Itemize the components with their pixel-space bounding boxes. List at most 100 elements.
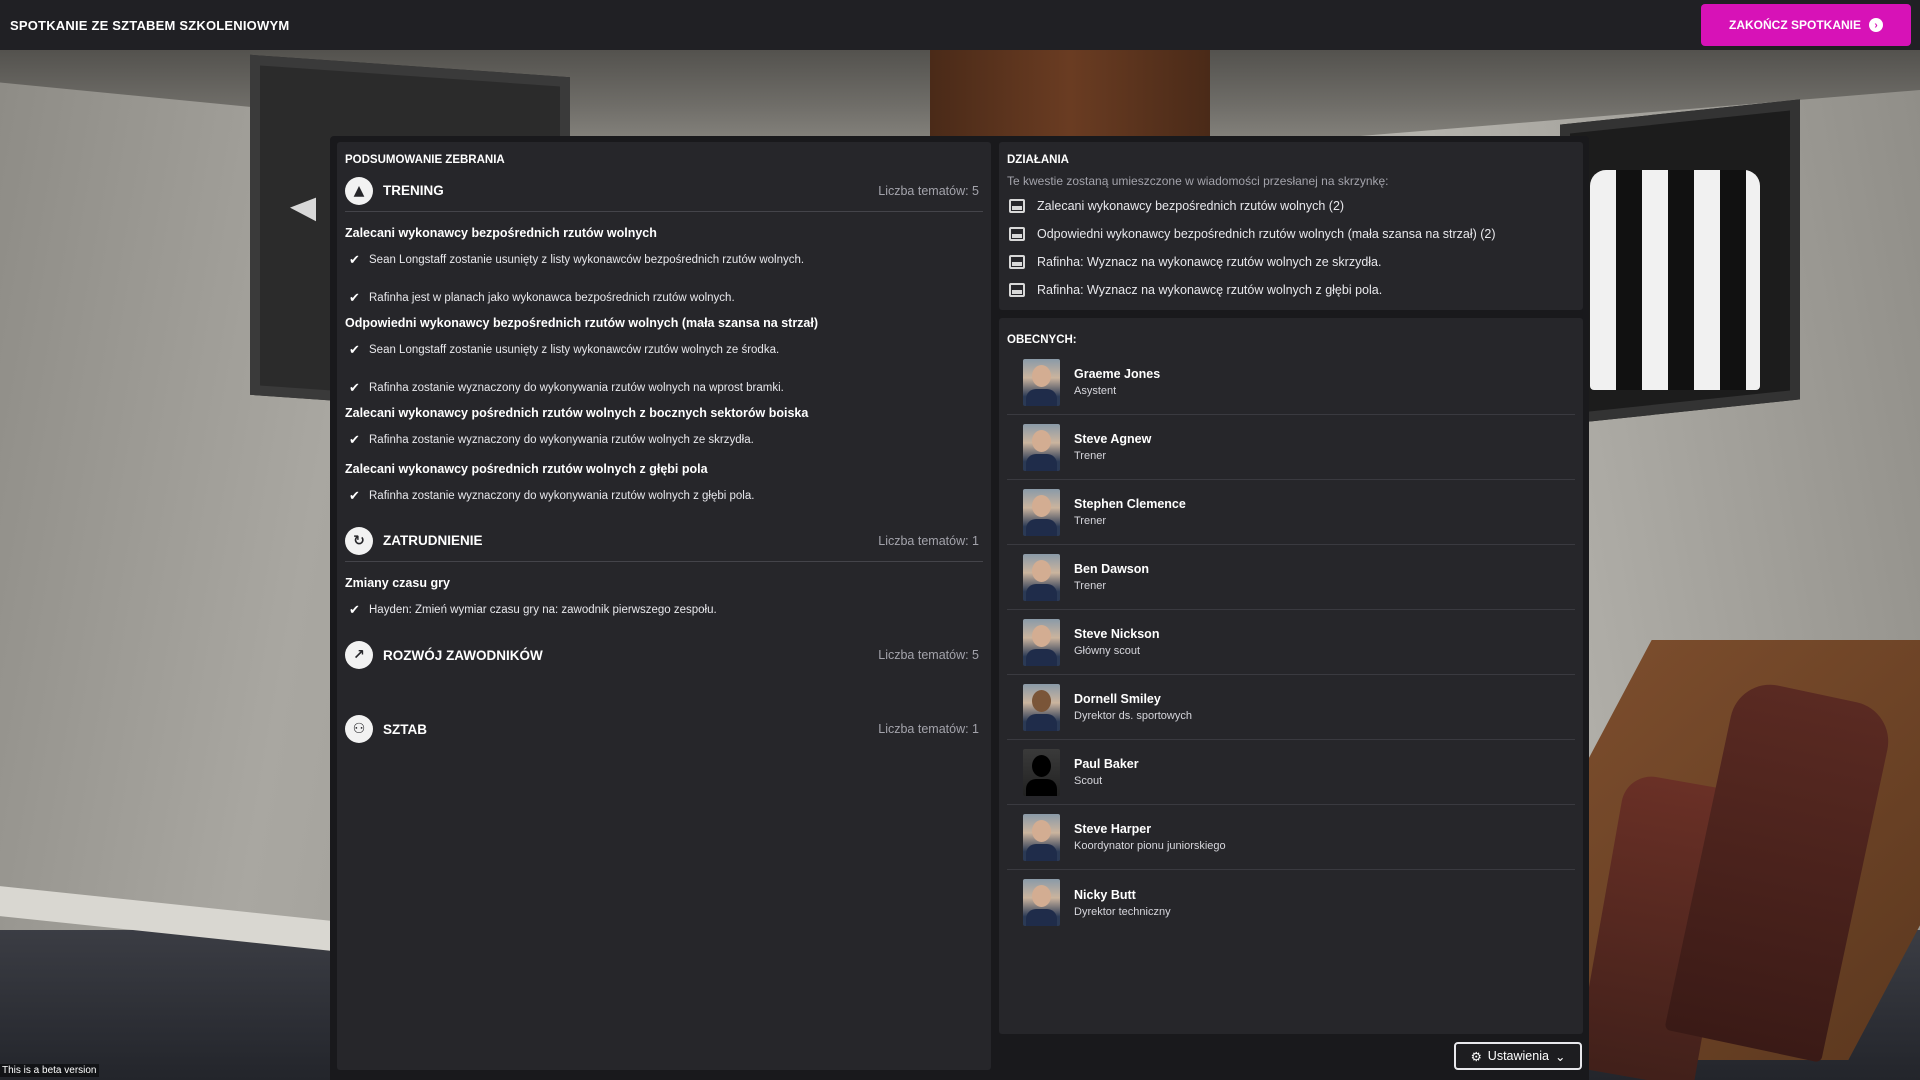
check-icon: ✔ [349,290,360,305]
action-text: Rafinha: Wyznacz na wykonawcę rzutów wol… [1037,255,1382,269]
inbox-icon [1009,227,1025,241]
summary-label: PODSUMOWANIE ZEBRANIA [345,154,505,166]
list-item: ✔ Rafinha jest w planach jako wykonawca … [345,282,983,314]
avatar [1023,683,1060,731]
avatar [1023,879,1060,926]
attendee-name[interactable]: Steve Harper [1074,822,1226,836]
avatar [1023,488,1060,536]
attendee-name[interactable]: Steve Agnew [1074,432,1151,446]
attendee-name[interactable]: Paul Baker [1074,757,1139,771]
attendee-role: Trener [1074,450,1106,462]
refresh-icon: ↻ [345,526,373,555]
check-icon: ✔ [349,252,360,267]
item-text: Sean Longstaff zostanie usunięty z listy… [369,344,780,356]
category-name: SZTAB [383,721,427,737]
category-count: Liczba tematów: 1 [878,533,979,548]
beta-notice: This is a beta version [0,1064,99,1077]
attendees-label: OBECNYCH: [1007,334,1077,346]
action-text: Rafinha: Wyznacz na wykonawcę rzutów wol… [1037,283,1383,297]
list-item: ✔ Hayden: Zmień wymiar czasu gry na: zaw… [345,594,983,626]
attendee-row[interactable]: Dornell Smiley Dyrektor ds. sportowych [1007,675,1575,740]
category-name: TRENING [383,183,444,198]
end-meeting-label: ZAKOŃCZ SPOTKANIE [1729,18,1861,32]
cone-icon: ▲ [345,176,373,205]
avatar-silhouette [1023,748,1060,796]
category-count: Liczba tematów: 1 [878,722,979,736]
attendee-role: Dyrektor techniczny [1074,905,1171,918]
check-icon: ✔ [349,488,360,503]
actions-description: Te kwestie zostaną umieszczone w wiadomo… [1007,174,1389,188]
inbox-icon [1009,283,1025,297]
check-icon: ✔ [349,342,360,357]
meeting-summary: PODSUMOWANIE ZEBRANIA ▲ TRENING Liczba t… [337,142,991,1070]
check-icon: ✔ [349,432,360,447]
attendee-row[interactable]: Steve Nickson Główny scout [1007,610,1575,675]
page-title: SPOTKANIE ZE SZTABEM SZKOLENIOWYM [10,17,290,33]
avatar [1023,618,1060,666]
attendee-row[interactable]: Paul Baker Scout [1007,740,1575,805]
attendee-name[interactable]: Stephen Clemence [1074,497,1186,511]
attendees-panel: OBECNYCH: Graeme Jones Asystent Steve Ag… [999,318,1583,1034]
attendee-name[interactable]: Dornell Smiley [1074,692,1192,706]
attendee-name[interactable]: Steve Nickson [1074,627,1159,641]
item-text: Rafinha zostanie wyznaczony do wykonywan… [369,382,784,394]
end-meeting-button[interactable]: ZAKOŃCZ SPOTKANIE › [1701,4,1911,46]
topic-title: Zalecani wykonawcy bezpośrednich rzutów … [345,226,657,240]
item-text: Rafinha zostanie wyznaczony do wykonywan… [369,490,755,502]
topic-title: Odpowiedni wykonawcy bezpośrednich rzutó… [345,316,819,330]
action-item[interactable]: Rafinha: Wyznacz na wykonawcę rzutów wol… [1007,248,1575,276]
attendee-row[interactable]: Stephen Clemence Trener [1007,480,1575,545]
category-name: ZATRUDNIENIE [383,533,483,548]
settings-label: Ustawienia [1487,1049,1549,1063]
topic-title: Zalecani wykonawcy pośrednich rzutów wol… [345,462,708,476]
attendee-role: Główny scout [1074,645,1141,657]
item-text: Rafinha jest w planach jako wykonawca be… [369,292,735,304]
gear-icon: ⚙ [1470,1049,1482,1064]
list-item: ✔ Sean Longstaff zostanie usunięty z lis… [345,334,983,366]
chevron-down-icon: ⌄ [1554,1049,1566,1064]
action-text: Zalecani wykonawcy bezpośrednich rzutów … [1037,199,1345,213]
attendee-name[interactable]: Ben Dawson [1074,562,1149,576]
list-item: ✔ Rafinha zostanie wyznaczony do wykonyw… [345,424,983,456]
action-item[interactable]: Zalecani wykonawcy bezpośrednich rzutów … [1007,192,1575,220]
avatar [1023,423,1060,471]
list-item: ✔ Sean Longstaff zostanie usunięty z lis… [345,244,983,276]
check-icon: ✔ [349,602,360,617]
settings-button[interactable]: ⚙ Ustawienia ⌄ [1454,1042,1582,1070]
list-item: ✔ Rafinha zostanie wyznaczony do wykonyw… [345,480,983,512]
attendee-row[interactable]: Steve Harper Koordynator pionu juniorski… [1007,805,1575,870]
category-staff[interactable]: ⚇ SZTAB Liczba tematów: 1 [345,708,983,750]
framed-shirt [1590,170,1760,390]
staff-icon: ⚇ [345,715,373,743]
attendee-name[interactable]: Graeme Jones [1074,367,1160,381]
attendee-role: Asystent [1074,385,1117,397]
attendee-row[interactable]: Nicky Butt Dyrektor techniczny [1007,870,1575,935]
attendee-row[interactable]: Graeme Jones Asystent [1007,350,1575,415]
list-item: ✔ Rafinha zostanie wyznaczony do wykonyw… [345,372,983,404]
category-count: Liczba tematów: 5 [878,183,979,198]
attendee-role: Trener [1074,580,1106,592]
action-text: Odpowiedni wykonawcy bezpośrednich rzutó… [1037,227,1496,241]
growth-icon: ↗ [345,641,373,669]
attendee-row[interactable]: Steve Agnew Trener [1007,415,1575,480]
topic-title: Zalecani wykonawcy pośrednich rzutów wol… [345,406,809,420]
action-item[interactable]: Odpowiedni wykonawcy bezpośrednich rzutó… [1007,220,1575,248]
attendee-role: Dyrektor ds. sportowych [1074,710,1192,722]
arrow-right-icon: › [1869,18,1883,32]
category-player-development[interactable]: ↗ ROZWÓJ ZAWODNIKÓW Liczba tematów: 5 [345,634,983,676]
check-icon: ✔ [349,380,360,395]
item-text: Rafinha zostanie wyznaczony do wykonywan… [369,434,754,446]
attendee-name[interactable]: Nicky Butt [1074,888,1171,902]
category-name: ROZWÓJ ZAWODNIKÓW [383,647,543,663]
category-employment[interactable]: ↻ ZATRUDNIENIE Liczba tematów: 1 [345,520,983,562]
action-item[interactable]: Rafinha: Wyznacz na wykonawcę rzutów wol… [1007,276,1575,304]
avatar [1023,553,1060,601]
attendee-row[interactable]: Ben Dawson Trener [1007,545,1575,610]
actions-label: DZIAŁANIA [1007,154,1069,166]
inbox-icon [1009,199,1025,213]
item-text: Hayden: Zmień wymiar czasu gry na: zawod… [369,604,717,616]
avatar [1023,358,1060,406]
category-training[interactable]: ▲ TRENING Liczba tematów: 5 [345,170,983,212]
attendee-role: Koordynator pionu juniorskiego [1074,840,1226,852]
actions-panel: DZIAŁANIA Te kwestie zostaną umieszczone… [999,142,1583,310]
